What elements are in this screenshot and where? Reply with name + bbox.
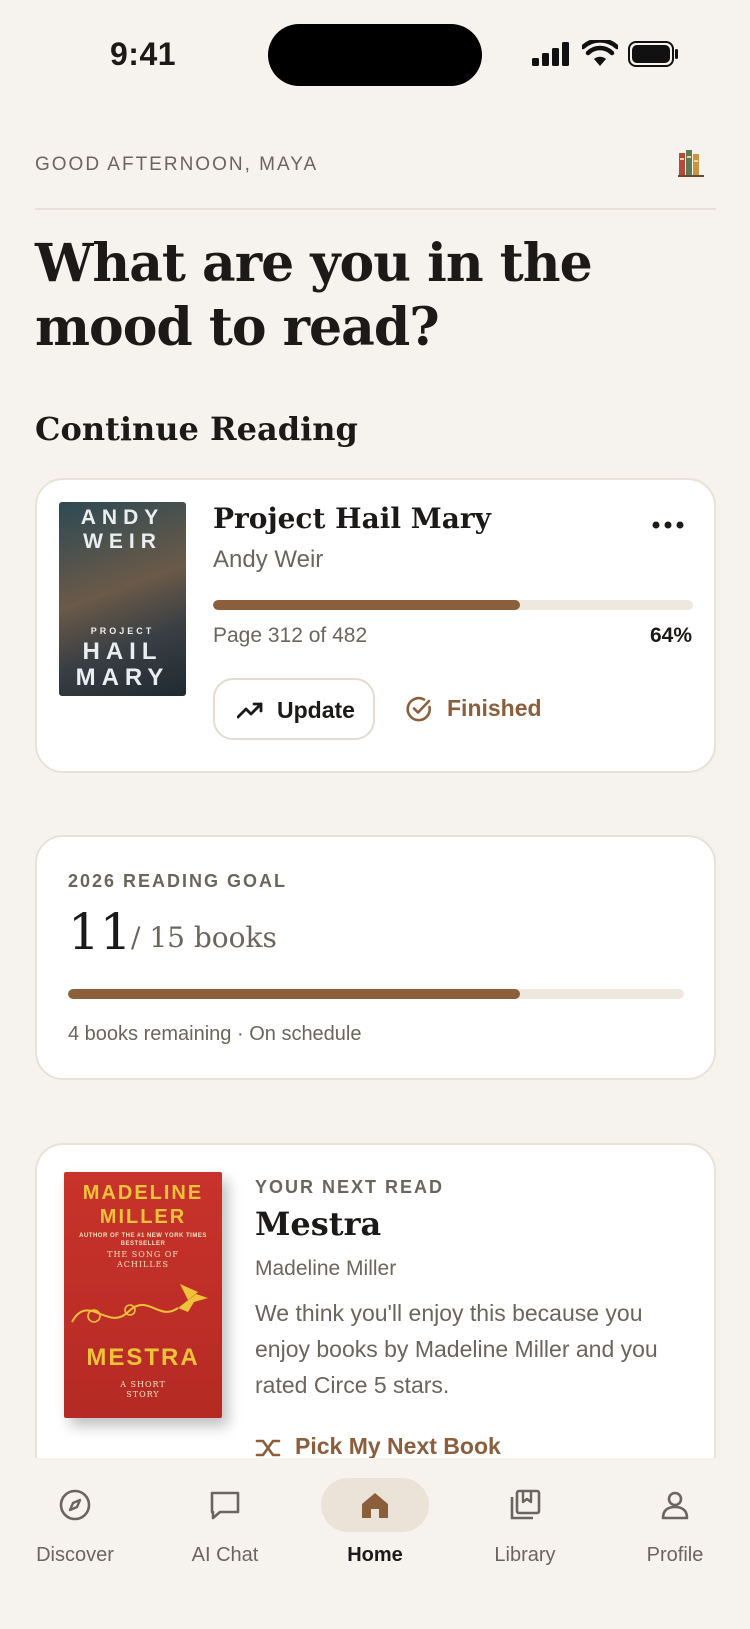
cover-title-line2: MARY [75,664,170,691]
cover-tagline: AUTHOR OF THE #1 NEW YORK TIMES BESTSELL… [79,1233,207,1247]
books-read-count: 11 [68,903,132,961]
book-title[interactable]: Project Hail Mary [213,502,491,535]
goal-status-text: 4 books remaining · On schedule [68,1023,362,1045]
recommendation-reason: We think you'll enjoy this because you e… [255,1300,658,1398]
shuffle-icon [255,1439,281,1457]
tab-library-label: Library [494,1544,556,1566]
books-icon[interactable] [676,148,706,178]
compass-icon [59,1489,91,1521]
page-progress-text: Page 312 of 482 [213,624,368,647]
goal-progress-fill [68,989,520,999]
tab-profile[interactable]: Profile [600,1458,750,1578]
next-book-title[interactable]: Mestra [255,1205,381,1243]
cover-author-line1: MADELINE [82,1182,204,1204]
next-book-cover[interactable]: MADELINE MILLER AUTHOR OF THE #1 NEW YOR… [64,1172,222,1418]
cover-small-title: PROJECT [90,626,155,636]
cover-title-line1: HAIL [82,638,163,665]
tab-discover-label: Discover [36,1544,114,1566]
tab-library[interactable]: Library [450,1458,600,1578]
cover-author: ANDY WEIR [80,506,165,553]
person-icon [661,1491,689,1520]
check-circle-icon [406,696,431,722]
goal-progress-bar [68,989,684,999]
books-goal-total: / 15 books [131,921,277,954]
trending-up-icon [237,702,263,719]
next-book-author: Madeline Miller [255,1257,397,1280]
tab-home[interactable]: Home [300,1458,450,1578]
pick-next-book-label: Pick My Next Book [295,1433,501,1459]
cover-previous-title: THE SONG OF ACHILLES [107,1250,179,1269]
chat-bubble-icon [210,1491,240,1520]
continue-reading-heading: Continue Reading [35,410,358,448]
tab-ai-chat-label: AI Chat [191,1544,259,1566]
greeting-text: GOOD AFTERNOON, MAYA [35,154,319,175]
tab-discover[interactable]: Discover [0,1458,150,1578]
reading-progress-bar [213,600,693,610]
cover-author-line2: MILLER [99,1206,187,1228]
home-icon [362,1493,388,1518]
finished-button[interactable]: Finished [405,678,565,740]
cover-subtitle: A SHORT STORY [120,1380,166,1399]
finished-label: Finished [447,695,542,721]
update-button[interactable]: Update [213,678,375,740]
wifi-icon [582,40,618,66]
cellular-signal-icon [532,42,569,66]
continue-reading-card[interactable]: ANDY WEIR PROJECT HAIL MARY Project Hail… [35,478,716,773]
book-cover[interactable]: ANDY WEIR PROJECT HAIL MARY [59,502,186,696]
update-label: Update [277,697,355,723]
next-read-kicker: YOUR NEXT READ [255,1177,445,1197]
tab-profile-label: Profile [646,1544,704,1566]
battery-icon [628,41,678,67]
tab-home-label: Home [347,1544,403,1566]
status-bar: 9:41 [0,0,750,110]
percent-complete: 64% [649,624,692,647]
reading-progress-fill [213,600,521,610]
library-icon [510,1489,541,1520]
book-author: Andy Weir [213,546,324,573]
dynamic-island [268,24,482,86]
greeting-row: GOOD AFTERNOON, MAYA [35,148,716,210]
ornament-bird-icon [71,1284,208,1323]
bottom-tab-bar: Discover AI Chat Home Library Profile [0,1458,750,1629]
reading-goal-label: 2026 READING GOAL [68,871,288,891]
more-options-icon[interactable] [652,520,684,530]
next-read-card[interactable]: MADELINE MILLER AUTHOR OF THE #1 NEW YOR… [35,1143,716,1503]
status-time: 9:41 [110,36,177,72]
tab-ai-chat[interactable]: AI Chat [150,1458,300,1578]
reading-goal-card[interactable]: 2026 READING GOAL 11 / 15 books 4 books … [35,835,716,1080]
cover-title: MESTRA [86,1344,200,1371]
page-title: What are you in the mood to read? [35,233,593,358]
